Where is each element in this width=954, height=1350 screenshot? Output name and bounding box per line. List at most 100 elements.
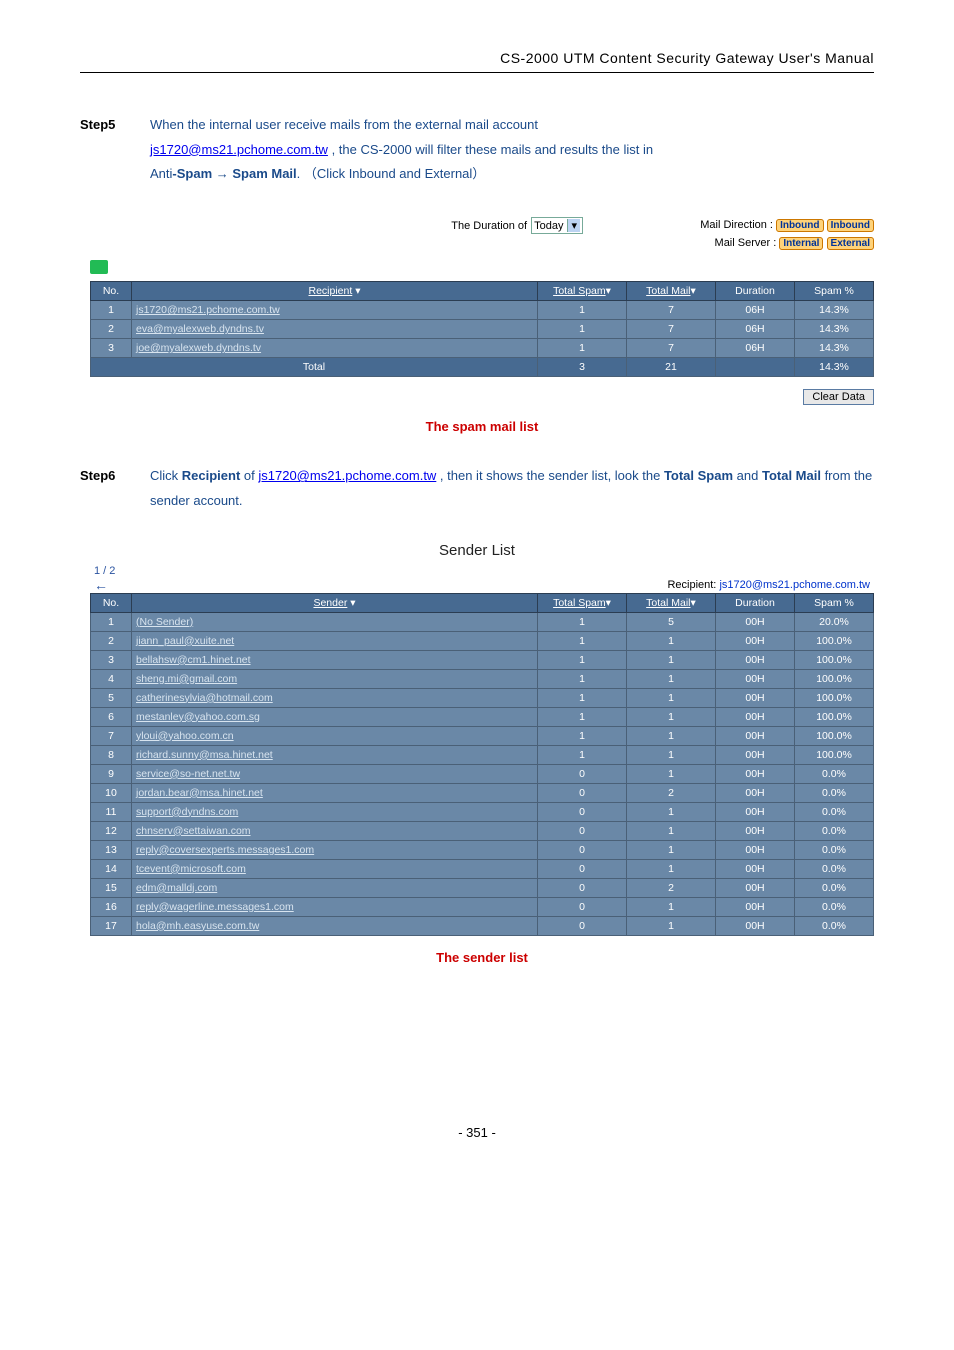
- step5-spam2: Spam Mail: [229, 166, 297, 181]
- cell-mail: 1: [627, 688, 716, 707]
- cell-sender[interactable]: reply@wagerline.messages1.com: [132, 897, 538, 916]
- cell-recipient[interactable]: js1720@ms21.pchome.com.tw: [132, 301, 538, 320]
- cell-sender[interactable]: mestanley@yahoo.com.sg: [132, 707, 538, 726]
- col-total-spam-label: Total Spam: [553, 285, 606, 297]
- sender-report: 1 / 2 ← Recipient: js1720@ms21.pchome.co…: [90, 565, 874, 965]
- cell-sender[interactable]: catherinesylvia@hotmail.com: [132, 688, 538, 707]
- cell-spam: 1: [538, 650, 627, 669]
- pill-inbound-2[interactable]: Inbound: [827, 219, 874, 232]
- cell-dur: 00H: [716, 916, 795, 935]
- cell-spam: 1: [538, 669, 627, 688]
- cell-sender[interactable]: reply@coversexperts.messages1.com: [132, 840, 538, 859]
- cell-sender[interactable]: jordan.bear@msa.hinet.net: [132, 783, 538, 802]
- clear-data-button[interactable]: Clear Data: [803, 389, 874, 405]
- cell-sender[interactable]: edm@malldj.com: [132, 878, 538, 897]
- recipient-value: js1720@ms21.pchome.com.tw: [719, 579, 870, 591]
- cell-sender[interactable]: yloui@yahoo.com.cn: [132, 726, 538, 745]
- cell-spam: 0: [538, 764, 627, 783]
- cell-sender[interactable]: support@dyndns.com: [132, 802, 538, 821]
- cell-no: 6: [91, 707, 132, 726]
- cell-recipient[interactable]: eva@myalexweb.dyndns.tv: [132, 320, 538, 339]
- duration-select[interactable]: Today ▾: [531, 217, 583, 234]
- duration-control: The Duration of Today ▾: [451, 217, 583, 234]
- page-number: - 351 -: [80, 1125, 874, 1140]
- s6-link[interactable]: js1720@ms21.pchome.com.tw: [258, 468, 436, 483]
- cell-pct: 100.0%: [795, 726, 874, 745]
- step5-link[interactable]: js1720@ms21.pchome.com.tw: [150, 142, 328, 157]
- cell-pct: 100.0%: [795, 631, 874, 650]
- col-total-mail-label: Total Mail: [646, 597, 690, 609]
- cell-pct: 14.3%: [795, 339, 874, 358]
- total-dur: [716, 358, 795, 377]
- pill-internal[interactable]: Internal: [779, 237, 823, 250]
- cell-mail: 1: [627, 745, 716, 764]
- total-pct: 14.3%: [795, 358, 874, 377]
- cell-no: 17: [91, 916, 132, 935]
- cell-sender[interactable]: jiann_paul@xuite.net: [132, 631, 538, 650]
- cell-no: 3: [91, 650, 132, 669]
- table-row: 4 sheng.mi@gmail.com 1 1 00H 100.0%: [91, 669, 874, 688]
- col-total-spam[interactable]: Total Spam▾: [538, 282, 627, 301]
- back-arrow-icon[interactable]: ←: [94, 577, 108, 593]
- cell-sender[interactable]: hola@mh.easyuse.com.tw: [132, 916, 538, 935]
- cell-mail: 1: [627, 821, 716, 840]
- cell-pct: 0.0%: [795, 878, 874, 897]
- cell-pct: 0.0%: [795, 916, 874, 935]
- sender-table: No. Sender ▾ Total Spam▾ Total Mail▾ Dur…: [90, 593, 874, 936]
- col-total-spam[interactable]: Total Spam▾: [538, 593, 627, 612]
- cell-sender[interactable]: service@so-net.net.tw: [132, 764, 538, 783]
- col-total-mail[interactable]: Total Mail▾: [627, 593, 716, 612]
- step5-text: When the internal user receive mails fro…: [150, 113, 874, 187]
- s6-b2: Total Spam: [664, 468, 733, 483]
- s6-t4: and: [733, 468, 762, 483]
- cell-spam: 0: [538, 821, 627, 840]
- cell-dur: 00H: [716, 897, 795, 916]
- cell-no: 12: [91, 821, 132, 840]
- cell-dur: 00H: [716, 821, 795, 840]
- duration-label: The Duration of: [451, 220, 527, 232]
- pill-inbound-1[interactable]: Inbound: [776, 219, 823, 232]
- cell-sender[interactable]: (No Sender): [132, 612, 538, 631]
- recipient-table: No. Recipient ▾ Total Spam▾ Total Mail▾ …: [90, 281, 874, 377]
- col-total-spam-label: Total Spam: [553, 597, 606, 609]
- cell-pct: 100.0%: [795, 669, 874, 688]
- cell-recipient[interactable]: joe@myalexweb.dyndns.tv: [132, 339, 538, 358]
- recipient-label: Recipient:: [667, 579, 719, 591]
- cell-sender[interactable]: bellahsw@cm1.hinet.net: [132, 650, 538, 669]
- cell-sender[interactable]: chnserv@settaiwan.com: [132, 821, 538, 840]
- cell-mail: 2: [627, 878, 716, 897]
- cell-dur: 00H: [716, 612, 795, 631]
- cell-mail: 1: [627, 764, 716, 783]
- recipient-line: Recipient: js1720@ms21.pchome.com.tw: [667, 579, 870, 591]
- s6-t2: of: [240, 468, 258, 483]
- table-row: 6 mestanley@yahoo.com.sg 1 1 00H 100.0%: [91, 707, 874, 726]
- cell-mail: 1: [627, 859, 716, 878]
- table-header-row: No. Sender ▾ Total Spam▾ Total Mail▾ Dur…: [91, 593, 874, 612]
- cell-no: 1: [91, 301, 132, 320]
- cell-pct: 0.0%: [795, 764, 874, 783]
- table-row: 8 richard.sunny@msa.hinet.net 1 1 00H 10…: [91, 745, 874, 764]
- cell-no: 2: [91, 631, 132, 650]
- col-recipient[interactable]: Recipient ▾: [132, 282, 538, 301]
- step5-label: Step5: [80, 113, 150, 187]
- cell-dur: 00H: [716, 859, 795, 878]
- cell-pct: 0.0%: [795, 802, 874, 821]
- cell-pct: 100.0%: [795, 745, 874, 764]
- col-sender[interactable]: Sender ▾: [132, 593, 538, 612]
- cell-dur: 00H: [716, 669, 795, 688]
- pill-external[interactable]: External: [827, 237, 874, 250]
- cell-mail: 1: [627, 897, 716, 916]
- cell-sender[interactable]: tcevent@microsoft.com: [132, 859, 538, 878]
- step6-text: Click Recipient of js1720@ms21.pchome.co…: [150, 464, 874, 513]
- cell-pct: 0.0%: [795, 821, 874, 840]
- cell-sender[interactable]: richard.sunny@msa.hinet.net: [132, 745, 538, 764]
- table-row: 5 catherinesylvia@hotmail.com 1 1 00H 10…: [91, 688, 874, 707]
- step5-dot: .: [297, 166, 301, 181]
- col-spam-pct: Spam %: [795, 593, 874, 612]
- cell-sender[interactable]: sheng.mi@gmail.com: [132, 669, 538, 688]
- cell-no: 16: [91, 897, 132, 916]
- mail-server-label: Mail Server :: [686, 235, 776, 253]
- export-icon[interactable]: [90, 260, 108, 274]
- step5-arrow: →: [216, 166, 229, 181]
- col-total-mail[interactable]: Total Mail▾: [627, 282, 716, 301]
